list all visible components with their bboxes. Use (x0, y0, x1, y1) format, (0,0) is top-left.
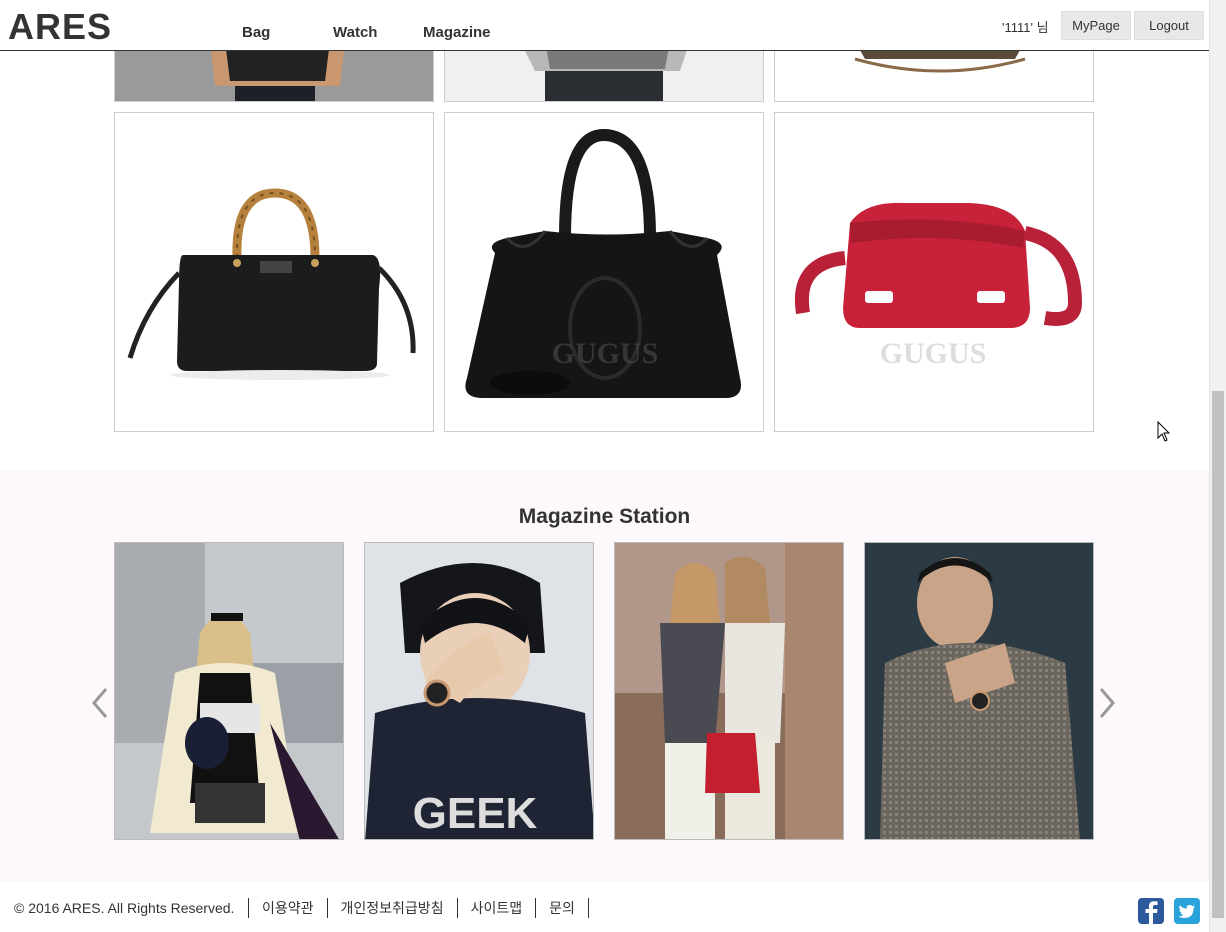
magazine-photo-street-style (115, 543, 343, 839)
nav-bag[interactable]: Bag (242, 24, 270, 41)
logout-button[interactable]: Logout (1134, 11, 1204, 40)
footer-links: 이용약관 개인정보취급방침 사이트맵 문의 (248, 898, 589, 918)
site-footer: © 2016 ARES. All Rights Reserved. 이용약관 개… (0, 882, 1209, 932)
magazine-photo-man-tweed (865, 543, 1093, 839)
logo[interactable]: ARES (8, 6, 112, 48)
product-image-red-shoulder-bag: GUGUS (775, 113, 1093, 431)
user-greeting: '1111' 님 (1002, 20, 1049, 35)
product-card[interactable] (114, 112, 434, 432)
watermark-text: GUGUS (880, 337, 987, 370)
copyright-text: © 2016 ARES. All Rights Reserved. (14, 900, 235, 916)
product-image-black-hobo-bag: GUGUS (445, 113, 763, 431)
mouse-cursor-icon (1157, 421, 1171, 442)
chevron-right-icon[interactable] (1097, 685, 1119, 721)
magazine-section: Magazine Station GEEK (0, 470, 1209, 882)
twitter-icon[interactable] (1174, 898, 1200, 924)
magazine-photo-watch-model: GEEK (365, 543, 593, 839)
magazine-item[interactable]: GEEK (364, 542, 594, 840)
watermark-text: GEEK (413, 789, 538, 838)
site-header: ARES Bag Watch Magazine '1111' 님 MyPage … (0, 0, 1209, 51)
magazine-item[interactable] (114, 542, 344, 840)
nav-magazine[interactable]: Magazine (423, 24, 491, 41)
chevron-left-icon[interactable] (88, 685, 110, 721)
page-scrollbar[interactable] (1209, 0, 1226, 932)
footer-link-privacy[interactable]: 개인정보취급방침 (326, 898, 457, 918)
product-image-black-bamboo-bag (115, 113, 433, 431)
product-card[interactable]: GUGUS (444, 112, 764, 432)
mypage-button[interactable]: MyPage (1061, 11, 1131, 40)
footer-link-sitemap[interactable]: 사이트맵 (456, 898, 536, 918)
magazine-item[interactable] (864, 542, 1094, 840)
product-card[interactable]: GUGUS (774, 112, 1094, 432)
magazine-item[interactable] (614, 542, 844, 840)
section-title: Magazine Station (518, 505, 691, 528)
facebook-icon[interactable] (1138, 898, 1164, 924)
footer-link-terms[interactable]: 이용약관 (248, 898, 327, 918)
watermark-text: GUGUS (552, 337, 659, 370)
nav-watch[interactable]: Watch (333, 24, 377, 41)
scrollbar-thumb[interactable] (1212, 391, 1224, 918)
footer-link-contact[interactable]: 문의 (535, 898, 589, 918)
magazine-photo-two-women (615, 543, 843, 839)
